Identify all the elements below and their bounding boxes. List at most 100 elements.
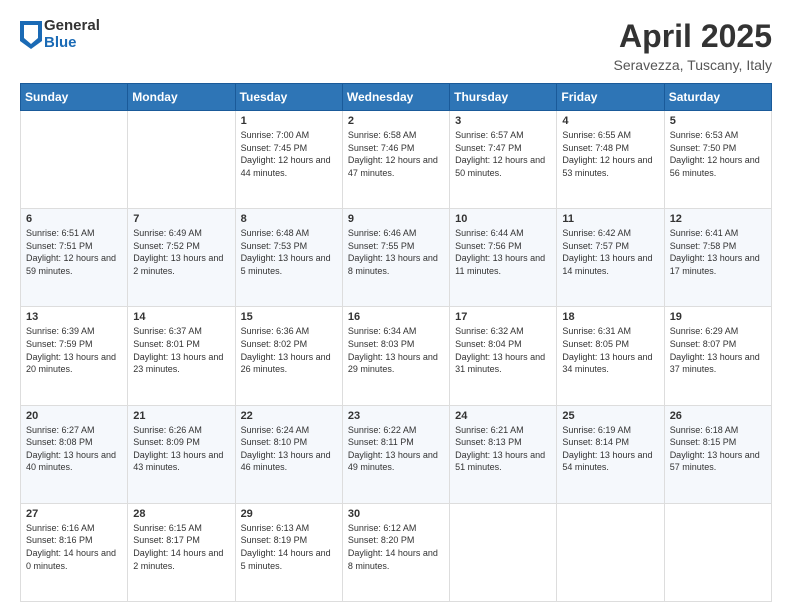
table-row: 6 Sunrise: 6:51 AM Sunset: 7:51 PM Dayli… bbox=[21, 209, 772, 307]
day-sunset: Sunset: 7:47 PM bbox=[455, 143, 522, 153]
col-friday: Friday bbox=[557, 84, 664, 111]
day-daylight: Daylight: 12 hours and 53 minutes. bbox=[562, 155, 652, 178]
day-sunrise: Sunrise: 6:55 AM bbox=[562, 130, 631, 140]
day-number: 12 bbox=[670, 213, 766, 225]
col-saturday: Saturday bbox=[664, 84, 771, 111]
day-number: 3 bbox=[455, 115, 551, 127]
day-number: 29 bbox=[241, 508, 337, 520]
day-sunrise: Sunrise: 6:46 AM bbox=[348, 228, 417, 238]
day-sunset: Sunset: 7:58 PM bbox=[670, 241, 737, 251]
table-cell: 12 Sunrise: 6:41 AM Sunset: 7:58 PM Dayl… bbox=[664, 209, 771, 307]
day-sunset: Sunset: 7:48 PM bbox=[562, 143, 629, 153]
table-cell bbox=[21, 111, 128, 209]
table-cell: 7 Sunrise: 6:49 AM Sunset: 7:52 PM Dayli… bbox=[128, 209, 235, 307]
table-cell: 2 Sunrise: 6:58 AM Sunset: 7:46 PM Dayli… bbox=[342, 111, 449, 209]
day-sunset: Sunset: 7:51 PM bbox=[26, 241, 93, 251]
day-daylight: Daylight: 13 hours and 5 minutes. bbox=[241, 253, 331, 276]
day-sunrise: Sunrise: 6:39 AM bbox=[26, 326, 95, 336]
day-number: 14 bbox=[133, 311, 229, 323]
day-sunset: Sunset: 8:15 PM bbox=[670, 437, 737, 447]
day-sunset: Sunset: 8:13 PM bbox=[455, 437, 522, 447]
day-sunset: Sunset: 7:52 PM bbox=[133, 241, 200, 251]
header: General Blue April 2025 Seravezza, Tusca… bbox=[20, 18, 772, 73]
day-daylight: Daylight: 13 hours and 26 minutes. bbox=[241, 352, 331, 375]
table-cell: 13 Sunrise: 6:39 AM Sunset: 7:59 PM Dayl… bbox=[21, 307, 128, 405]
table-cell bbox=[450, 503, 557, 601]
table-row: 13 Sunrise: 6:39 AM Sunset: 7:59 PM Dayl… bbox=[21, 307, 772, 405]
logo-general-text: General bbox=[44, 18, 100, 35]
day-sunset: Sunset: 8:09 PM bbox=[133, 437, 200, 447]
day-daylight: Daylight: 12 hours and 44 minutes. bbox=[241, 155, 331, 178]
day-daylight: Daylight: 12 hours and 56 minutes. bbox=[670, 155, 760, 178]
day-number: 10 bbox=[455, 213, 551, 225]
calendar-table: Sunday Monday Tuesday Wednesday Thursday… bbox=[20, 83, 772, 602]
day-number: 21 bbox=[133, 410, 229, 422]
table-cell: 5 Sunrise: 6:53 AM Sunset: 7:50 PM Dayli… bbox=[664, 111, 771, 209]
day-number: 9 bbox=[348, 213, 444, 225]
day-sunset: Sunset: 8:07 PM bbox=[670, 339, 737, 349]
day-number: 13 bbox=[26, 311, 122, 323]
table-cell: 6 Sunrise: 6:51 AM Sunset: 7:51 PM Dayli… bbox=[21, 209, 128, 307]
table-cell: 25 Sunrise: 6:19 AM Sunset: 8:14 PM Dayl… bbox=[557, 405, 664, 503]
day-number: 8 bbox=[241, 213, 337, 225]
day-sunrise: Sunrise: 6:51 AM bbox=[26, 228, 95, 238]
day-sunrise: Sunrise: 6:13 AM bbox=[241, 523, 310, 533]
day-number: 7 bbox=[133, 213, 229, 225]
day-daylight: Daylight: 13 hours and 31 minutes. bbox=[455, 352, 545, 375]
table-cell: 1 Sunrise: 7:00 AM Sunset: 7:45 PM Dayli… bbox=[235, 111, 342, 209]
day-daylight: Daylight: 13 hours and 43 minutes. bbox=[133, 450, 223, 473]
day-sunrise: Sunrise: 6:21 AM bbox=[455, 425, 524, 435]
day-sunset: Sunset: 8:19 PM bbox=[241, 535, 308, 545]
col-monday: Monday bbox=[128, 84, 235, 111]
day-sunset: Sunset: 8:02 PM bbox=[241, 339, 308, 349]
day-daylight: Daylight: 13 hours and 2 minutes. bbox=[133, 253, 223, 276]
day-number: 28 bbox=[133, 508, 229, 520]
day-sunrise: Sunrise: 6:37 AM bbox=[133, 326, 202, 336]
day-sunset: Sunset: 8:03 PM bbox=[348, 339, 415, 349]
day-sunset: Sunset: 8:14 PM bbox=[562, 437, 629, 447]
day-sunset: Sunset: 7:53 PM bbox=[241, 241, 308, 251]
table-cell: 9 Sunrise: 6:46 AM Sunset: 7:55 PM Dayli… bbox=[342, 209, 449, 307]
day-sunset: Sunset: 7:46 PM bbox=[348, 143, 415, 153]
table-cell: 16 Sunrise: 6:34 AM Sunset: 8:03 PM Dayl… bbox=[342, 307, 449, 405]
day-sunrise: Sunrise: 6:53 AM bbox=[670, 130, 739, 140]
table-cell: 23 Sunrise: 6:22 AM Sunset: 8:11 PM Dayl… bbox=[342, 405, 449, 503]
day-number: 25 bbox=[562, 410, 658, 422]
day-number: 11 bbox=[562, 213, 658, 225]
table-cell: 4 Sunrise: 6:55 AM Sunset: 7:48 PM Dayli… bbox=[557, 111, 664, 209]
day-daylight: Daylight: 13 hours and 51 minutes. bbox=[455, 450, 545, 473]
table-cell bbox=[128, 111, 235, 209]
table-cell: 24 Sunrise: 6:21 AM Sunset: 8:13 PM Dayl… bbox=[450, 405, 557, 503]
day-sunrise: Sunrise: 6:19 AM bbox=[562, 425, 631, 435]
day-sunrise: Sunrise: 6:18 AM bbox=[670, 425, 739, 435]
day-sunrise: Sunrise: 6:15 AM bbox=[133, 523, 202, 533]
day-sunset: Sunset: 8:01 PM bbox=[133, 339, 200, 349]
table-cell: 29 Sunrise: 6:13 AM Sunset: 8:19 PM Dayl… bbox=[235, 503, 342, 601]
table-cell: 15 Sunrise: 6:36 AM Sunset: 8:02 PM Dayl… bbox=[235, 307, 342, 405]
day-number: 17 bbox=[455, 311, 551, 323]
table-cell: 3 Sunrise: 6:57 AM Sunset: 7:47 PM Dayli… bbox=[450, 111, 557, 209]
day-sunrise: Sunrise: 6:12 AM bbox=[348, 523, 417, 533]
title-block: April 2025 Seravezza, Tuscany, Italy bbox=[614, 18, 772, 73]
day-number: 6 bbox=[26, 213, 122, 225]
day-number: 26 bbox=[670, 410, 766, 422]
table-row: 20 Sunrise: 6:27 AM Sunset: 8:08 PM Dayl… bbox=[21, 405, 772, 503]
day-number: 18 bbox=[562, 311, 658, 323]
day-sunrise: Sunrise: 6:58 AM bbox=[348, 130, 417, 140]
logo-blue-text: Blue bbox=[44, 35, 100, 52]
table-cell: 26 Sunrise: 6:18 AM Sunset: 8:15 PM Dayl… bbox=[664, 405, 771, 503]
day-daylight: Daylight: 12 hours and 47 minutes. bbox=[348, 155, 438, 178]
day-number: 15 bbox=[241, 311, 337, 323]
day-daylight: Daylight: 13 hours and 23 minutes. bbox=[133, 352, 223, 375]
day-daylight: Daylight: 13 hours and 11 minutes. bbox=[455, 253, 545, 276]
day-sunset: Sunset: 8:10 PM bbox=[241, 437, 308, 447]
table-cell: 19 Sunrise: 6:29 AM Sunset: 8:07 PM Dayl… bbox=[664, 307, 771, 405]
day-sunset: Sunset: 8:08 PM bbox=[26, 437, 93, 447]
day-sunrise: Sunrise: 6:29 AM bbox=[670, 326, 739, 336]
table-cell: 20 Sunrise: 6:27 AM Sunset: 8:08 PM Dayl… bbox=[21, 405, 128, 503]
day-daylight: Daylight: 14 hours and 2 minutes. bbox=[133, 548, 223, 571]
day-daylight: Daylight: 14 hours and 0 minutes. bbox=[26, 548, 116, 571]
table-cell: 21 Sunrise: 6:26 AM Sunset: 8:09 PM Dayl… bbox=[128, 405, 235, 503]
day-sunset: Sunset: 8:20 PM bbox=[348, 535, 415, 545]
day-sunset: Sunset: 8:17 PM bbox=[133, 535, 200, 545]
